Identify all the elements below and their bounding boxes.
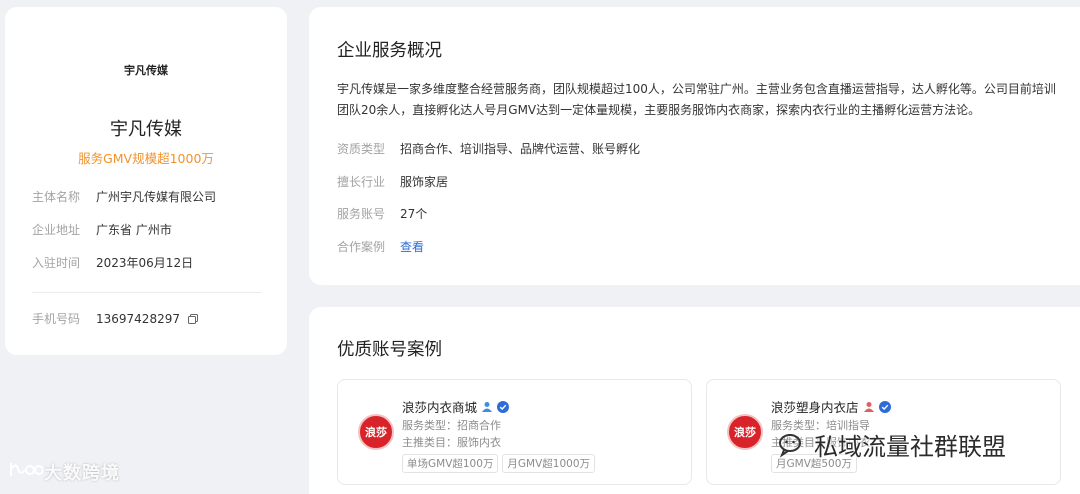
watermark-right-text: 私域流量社群联盟 [814, 433, 1006, 461]
info-label: 入驻时间 [32, 256, 81, 270]
divider [32, 292, 262, 293]
info-value: 2023年06月12日 [96, 256, 194, 270]
phone-value: 13697428297 [96, 311, 180, 326]
person-icon [863, 401, 875, 413]
overview-title: 企业服务概况 [337, 41, 442, 61]
phone-label: 手机号码 [32, 312, 81, 326]
case-name-row: 浪莎内衣商城 [402, 397, 510, 416]
overview-row-accounts: 服务账号 27个 [337, 205, 427, 222]
overview-row-qualification: 资质类型 招商合作、培训指导、品牌代运营、账号孵化 [337, 140, 640, 157]
overview-description: 宇凡传媒是一家多维度整合经营服务商，团队规模超过100人，公司常驻广州。主营业务… [337, 82, 1056, 117]
company-profile-card: 宇凡传媒 宇凡传媒 服务GMV规模超1000万 主体名称 广州宇凡传媒有限公司 … [5, 7, 287, 355]
company-name: 宇凡传媒 [110, 119, 182, 140]
overview-value: 27个 [400, 207, 428, 221]
case-name: 浪莎内衣商城 [402, 400, 478, 415]
brand-logo: 浪莎 [727, 414, 763, 450]
gmv-badge: 服务GMV规模超1000万 [78, 151, 214, 166]
info-label: 主体名称 [32, 190, 81, 204]
verified-icon [497, 400, 510, 413]
case-card[interactable]: 浪莎 浪莎内衣商城 服务类型：招商合作 主推类目：服饰内衣 单场GMV超100万… [337, 379, 692, 485]
info-row-phone: 手机号码 13697428297 [32, 310, 199, 327]
overview-row-cases: 合作案例 查看 [337, 238, 424, 255]
watermark-logo-icon [8, 460, 44, 485]
info-row-join-date: 入驻时间 2023年06月12日 [32, 254, 193, 271]
service-type-row: 服务类型：招商合作 [402, 417, 501, 433]
copy-icon[interactable] [187, 313, 199, 325]
watermark-right: 私域流量社群联盟 [778, 427, 1006, 462]
company-logo: 宇凡传媒 [124, 64, 168, 77]
overview-value: 服饰家居 [400, 175, 449, 189]
category-label: 主推类目： [402, 436, 457, 449]
overview-value: 招商合作、培训指导、品牌代运营、账号孵化 [400, 142, 641, 156]
view-cases-link[interactable]: 查看 [400, 238, 424, 255]
category-row: 主推类目：服饰内衣 [402, 434, 501, 450]
service-overview-card: 企业服务概况 宇凡传媒是一家多维度整合经营服务商，团队规模超过100人，公司常驻… [309, 7, 1080, 285]
watermark-left: 大数跨境 [8, 459, 120, 485]
cases-title: 优质账号案例 [337, 340, 442, 360]
tag-list: 单场GMV超100万 月GMV超1000万 [402, 454, 599, 473]
case-name-row: 浪莎塑身内衣店 [771, 397, 891, 416]
info-row-address: 企业地址 广东省 广州市 [32, 221, 172, 238]
info-value: 广东省 广州市 [96, 223, 172, 237]
category-value: 服饰内衣 [457, 436, 501, 449]
gmv-tag: 单场GMV超100万 [402, 454, 499, 473]
info-row-entity: 主体名称 广州宇凡传媒有限公司 [32, 188, 216, 205]
person-icon [481, 401, 493, 413]
service-type-value: 招商合作 [457, 419, 501, 432]
service-type-label: 服务类型： [402, 419, 457, 432]
watermark-left-text: 大数跨境 [44, 463, 120, 484]
featured-accounts-card: 优质账号案例 浪莎 浪莎内衣商城 服务类型：招商合作 主推类目：服饰内衣 单场G… [309, 307, 1080, 494]
overview-label: 服务账号 [337, 207, 386, 221]
overview-label: 擅长行业 [337, 175, 386, 189]
brand-logo: 浪莎 [358, 414, 394, 450]
case-name: 浪莎塑身内衣店 [771, 400, 859, 415]
info-label: 企业地址 [32, 223, 81, 237]
wechat-icon [779, 433, 801, 458]
verified-icon [878, 400, 891, 413]
info-value: 广州宇凡传媒有限公司 [96, 190, 217, 204]
overview-label: 合作案例 [337, 240, 386, 254]
overview-row-industry: 擅长行业 服饰家居 [337, 173, 448, 190]
gmv-tag: 月GMV超1000万 [502, 454, 596, 473]
overview-label: 资质类型 [337, 142, 386, 156]
